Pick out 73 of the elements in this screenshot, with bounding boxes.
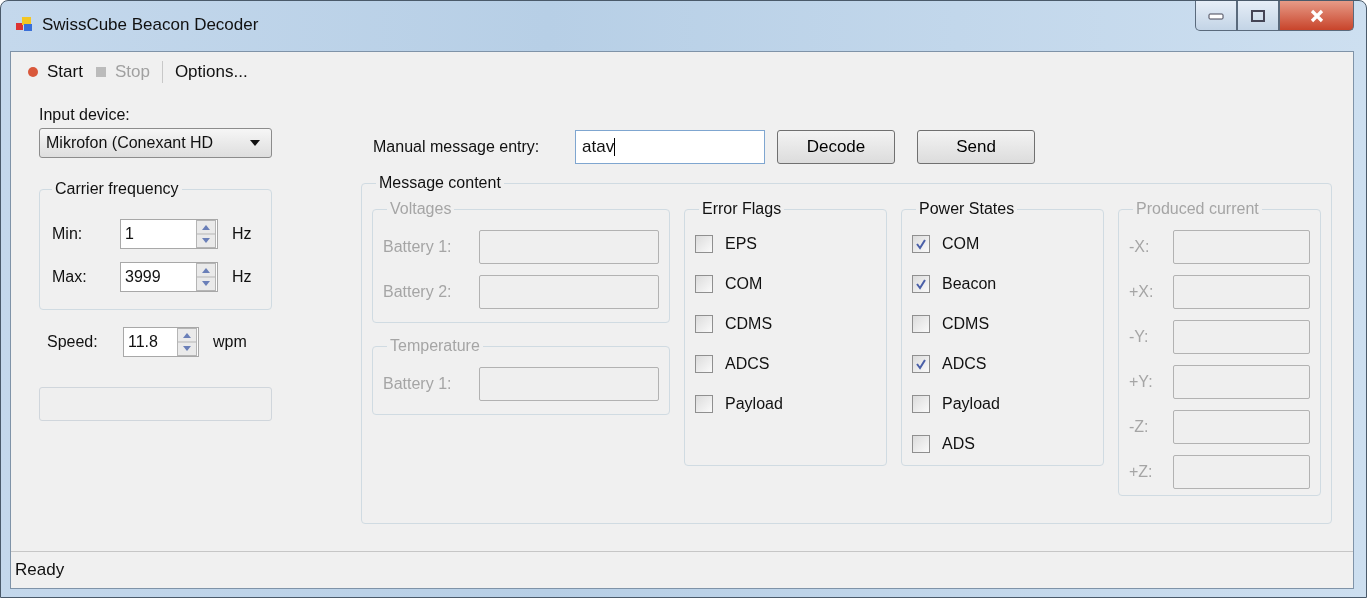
spin-icon [196,219,216,248]
unit-label: wpm [213,332,247,351]
field-label: -Y: [1129,327,1150,346]
checkbox-label: ADS [942,435,975,453]
window-title: SwissCube Beacon Decoder [42,15,259,35]
group-title: Message content [378,174,502,192]
field-label: Battery 2: [383,282,453,301]
field-label: Speed: [47,332,99,351]
maximize-icon [1251,9,1265,22]
stop-icon [94,66,107,78]
input-device-dropdown[interactable]: Mikrofon (Conexant HD [39,128,272,158]
minimize-icon [1208,11,1224,20]
field-label: Min: [51,224,84,243]
checkbox[interactable] [912,355,930,373]
record-icon [27,66,39,78]
unit-label: Hz [232,224,252,243]
checkbox[interactable] [912,315,930,333]
options-button[interactable]: Options... [170,60,252,84]
send-button[interactable]: Send [917,130,1035,164]
field-label: Max: [51,267,88,286]
group-title: Voltages [389,200,453,218]
checkbox[interactable] [912,235,930,253]
start-button[interactable]: Start [23,60,87,84]
minimize-button[interactable] [1195,1,1237,31]
field-label: +X: [1129,282,1155,301]
field-label: Battery 1: [383,237,453,256]
decode-button[interactable]: Decode [777,130,895,164]
checkbox-label: COM [942,235,980,253]
checkbox[interactable] [912,435,930,453]
field-label: Manual message entry: [373,138,541,156]
field-label: +Z: [1129,462,1154,481]
status-text: Ready [15,560,65,580]
checkmark-icon [915,278,927,290]
field-label: +Y: [1129,372,1154,391]
number-field[interactable]: 1 [120,218,218,249]
checkbox[interactable] [695,315,713,333]
group-title: Power States [918,200,1016,218]
checkbox-label: Payload [942,395,1000,413]
spin-icon [177,327,197,356]
input-device-label: Input device: [39,106,131,125]
checkbox[interactable] [695,235,713,253]
checkbox-label: CDMS [942,315,990,333]
close-icon [1308,8,1325,23]
checkbox-label: COM [725,275,763,293]
group-title: Produced current [1135,200,1260,218]
checkbox[interactable] [695,275,713,293]
checkbox-label: Payload [725,395,783,413]
checkbox-label: Beacon [942,275,997,293]
spin-icon [196,262,216,291]
field-label: -X: [1129,237,1151,256]
group-title: Temperature [389,337,481,355]
checkbox[interactable] [695,395,713,413]
group-title: Error Flags [701,200,783,218]
checkbox[interactable] [912,275,930,293]
close-button[interactable] [1279,1,1354,31]
checkbox[interactable] [912,395,930,413]
checkmark-icon [915,358,927,370]
number-field[interactable]: 11.8 [123,326,199,357]
unit-label: Hz [232,267,252,286]
maximize-button[interactable] [1237,1,1279,31]
checkbox-label: EPS [725,235,757,253]
field-label: Battery 1: [383,374,453,393]
checkbox-label: ADCS [725,355,770,373]
checkbox-label: ADCS [942,355,987,373]
group-title: Carrier frequency [54,180,180,198]
field-label: -Z: [1129,417,1150,436]
number-field[interactable]: 3999 [120,261,218,292]
caret-icon [249,139,261,147]
checkbox-label: CDMS [725,315,773,333]
checkbox[interactable] [695,355,713,373]
checkmark-icon [915,238,927,250]
message-input[interactable]: atav [575,130,765,164]
app-icon [16,16,34,32]
